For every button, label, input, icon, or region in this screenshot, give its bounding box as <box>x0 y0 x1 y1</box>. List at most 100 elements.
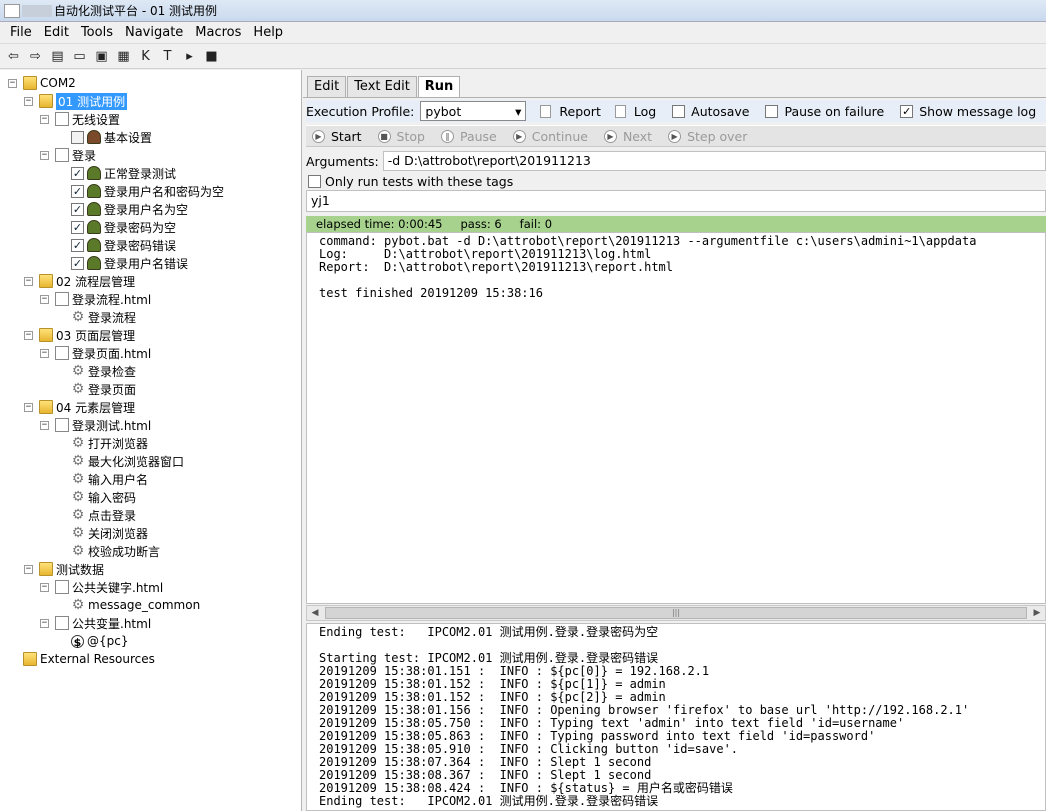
open-project-icon[interactable]: ▤ <box>48 47 67 66</box>
collapse-icon[interactable]: − <box>40 582 49 592</box>
tree-node[interactable]: − 测试数据 <box>24 560 104 578</box>
tree-node[interactable]: − 02 流程层管理 <box>24 272 135 290</box>
run-icon[interactable]: ▸ <box>180 47 199 66</box>
tree-node[interactable]: − COM2 <box>8 74 76 92</box>
tree-node[interactable]: ✓ 登录密码为空 <box>56 218 176 236</box>
open-folder-icon[interactable]: ▭ <box>70 47 89 66</box>
collapse-icon[interactable]: − <box>24 276 33 286</box>
scroll-left-icon[interactable]: ◀ <box>307 608 323 618</box>
tree-node[interactable]: − 登录流程.html <box>40 290 151 308</box>
report-button[interactable]: Report <box>559 104 600 119</box>
tree-node[interactable]: ✓ 登录用户名错误 <box>56 254 188 272</box>
collapse-icon[interactable]: − <box>24 96 33 106</box>
tab-text-edit[interactable]: Text Edit <box>347 76 417 98</box>
text-search-icon[interactable]: T <box>158 47 177 66</box>
collapse-icon[interactable]: − <box>24 402 33 412</box>
stop-icon[interactable]: ■ <box>202 47 221 66</box>
tree-node[interactable]: ⚙ 打开浏览器 <box>56 434 148 452</box>
menu-navigate[interactable]: Navigate <box>119 25 189 40</box>
tree-node[interactable]: − 03 页面层管理 <box>24 326 135 344</box>
autosave-checkbox[interactable] <box>672 104 686 118</box>
tree-node[interactable]: − 01 测试用例 <box>24 92 128 110</box>
tree-node[interactable]: External Resources <box>8 650 155 668</box>
collapse-icon[interactable]: − <box>24 564 33 574</box>
menu-help[interactable]: Help <box>247 25 289 40</box>
tree-node[interactable]: − 登录页面.html <box>40 344 151 362</box>
tree-node[interactable]: − 登录测试.html <box>40 416 151 434</box>
tree-node[interactable]: ⚙ 登录流程 <box>56 308 136 326</box>
tree-node-label: External Resources <box>40 652 155 666</box>
collapse-icon[interactable]: − <box>40 114 49 124</box>
step-over-button[interactable]: ▶ Step over <box>668 129 747 144</box>
tab-run[interactable]: Run <box>417 76 461 98</box>
tags-input[interactable]: yj1 <box>306 190 1046 212</box>
scroll-thumb[interactable]: ||| <box>325 607 1027 619</box>
tree-node[interactable]: ⚙ 校验成功断言 <box>56 542 160 560</box>
save-icon[interactable]: ▣ <box>92 47 111 66</box>
next-button[interactable]: ▶ Next <box>603 129 652 144</box>
tree-node[interactable]: ✓ 正常登录测试 <box>56 164 176 182</box>
forward-icon[interactable]: ⇨ <box>26 47 45 66</box>
show-message-log-checkbox[interactable]: ✓ <box>900 104 914 118</box>
pause-button[interactable]: ‖ Pause <box>440 129 497 144</box>
tree-node[interactable]: ⚙ 登录页面 <box>56 380 136 398</box>
menu-edit[interactable]: Edit <box>38 25 75 40</box>
tree-node[interactable]: − 04 元素层管理 <box>24 398 135 416</box>
log-button[interactable]: Log <box>634 104 656 119</box>
tree-node[interactable]: ⚙ 关闭浏览器 <box>56 524 148 542</box>
only-run-tags-checkbox[interactable] <box>308 174 321 188</box>
horizontal-scrollbar[interactable]: ◀ ||| ▶ <box>306 605 1046 621</box>
test-checkbox[interactable]: ✓ <box>71 256 84 270</box>
redacted-region <box>22 4 52 17</box>
tree-node[interactable]: − 公共变量.html <box>40 614 151 632</box>
tree-node[interactable]: ⚙ 输入用户名 <box>56 470 148 488</box>
execution-profile-select[interactable]: pybot ▾ <box>420 101 527 121</box>
collapse-icon[interactable]: − <box>40 294 49 304</box>
tree-node[interactable]: − 无线设置 <box>40 110 120 128</box>
tree-node[interactable]: − 登录 <box>40 146 96 164</box>
console-output[interactable]: command: pybot.bat -d D:\attrobot\report… <box>306 232 1046 604</box>
menu-tools[interactable]: Tools <box>75 25 119 40</box>
collapse-icon[interactable]: − <box>40 150 49 160</box>
save-all-icon[interactable]: ▦ <box>114 47 133 66</box>
test-checkbox[interactable]: ✓ <box>71 220 84 234</box>
continue-button[interactable]: ▶ Continue <box>512 129 588 144</box>
keyword-search-icon[interactable]: K <box>136 47 155 66</box>
test-checkbox[interactable]: ✓ <box>71 202 84 216</box>
test-checkbox[interactable]: ✓ <box>71 238 84 252</box>
tab-edit[interactable]: Edit <box>307 76 347 98</box>
keyword-gear-icon: ⚙ <box>71 381 85 397</box>
tree-node[interactable]: $ @{pc} <box>56 632 128 650</box>
tree-node[interactable]: ⚙ 登录检查 <box>56 362 136 380</box>
tree-node-label: 登录用户名为空 <box>104 202 189 217</box>
start-button-label: Start <box>331 128 362 144</box>
scroll-right-icon[interactable]: ▶ <box>1029 608 1045 618</box>
collapse-icon[interactable]: − <box>24 330 33 340</box>
start-button[interactable]: ▶ Start <box>312 129 362 144</box>
tree-node[interactable]: ✓ 登录用户名为空 <box>56 200 188 218</box>
test-checkbox[interactable] <box>71 130 84 144</box>
tree-node[interactable]: ⚙ 点击登录 <box>56 506 136 524</box>
message-log[interactable]: Ending test: IPCOM2.01 测试用例.登录.登录密码为空 St… <box>306 623 1046 811</box>
tree-node-label: 登录测试.html <box>72 418 152 433</box>
project-tree[interactable]: − COM2−01 测试用例 − 无线设置 基本设置 − 登录 ✓ 正常登录测试 ✓ 登录用户名和密… <box>0 70 302 811</box>
arguments-input[interactable]: -d D:\attrobot\report\201911213 <box>382 151 1046 171</box>
tree-node[interactable]: ⚙ message_common <box>56 596 200 614</box>
tree-node[interactable]: ⚙ 最大化浏览器窗口 <box>56 452 184 470</box>
tree-node[interactable]: ✓ 登录用户名和密码为空 <box>56 182 224 200</box>
collapse-icon[interactable]: − <box>40 348 49 358</box>
collapse-icon[interactable]: − <box>40 618 49 628</box>
menu-file[interactable]: File <box>4 25 38 40</box>
tree-node[interactable]: 基本设置 <box>56 128 152 146</box>
tree-node[interactable]: ✓ 登录密码错误 <box>56 236 176 254</box>
test-checkbox[interactable]: ✓ <box>71 184 84 198</box>
stop-button[interactable]: ■ Stop <box>377 129 425 144</box>
pause-on-failure-checkbox[interactable] <box>765 104 779 118</box>
tree-node[interactable]: ⚙ 输入密码 <box>56 488 136 506</box>
collapse-icon[interactable]: − <box>8 78 17 88</box>
collapse-icon[interactable]: − <box>40 420 49 430</box>
back-icon[interactable]: ⇦ <box>4 47 23 66</box>
test-checkbox[interactable]: ✓ <box>71 166 84 180</box>
menu-macros[interactable]: Macros <box>189 25 247 40</box>
tree-node[interactable]: − 公共关键字.html <box>40 578 163 596</box>
